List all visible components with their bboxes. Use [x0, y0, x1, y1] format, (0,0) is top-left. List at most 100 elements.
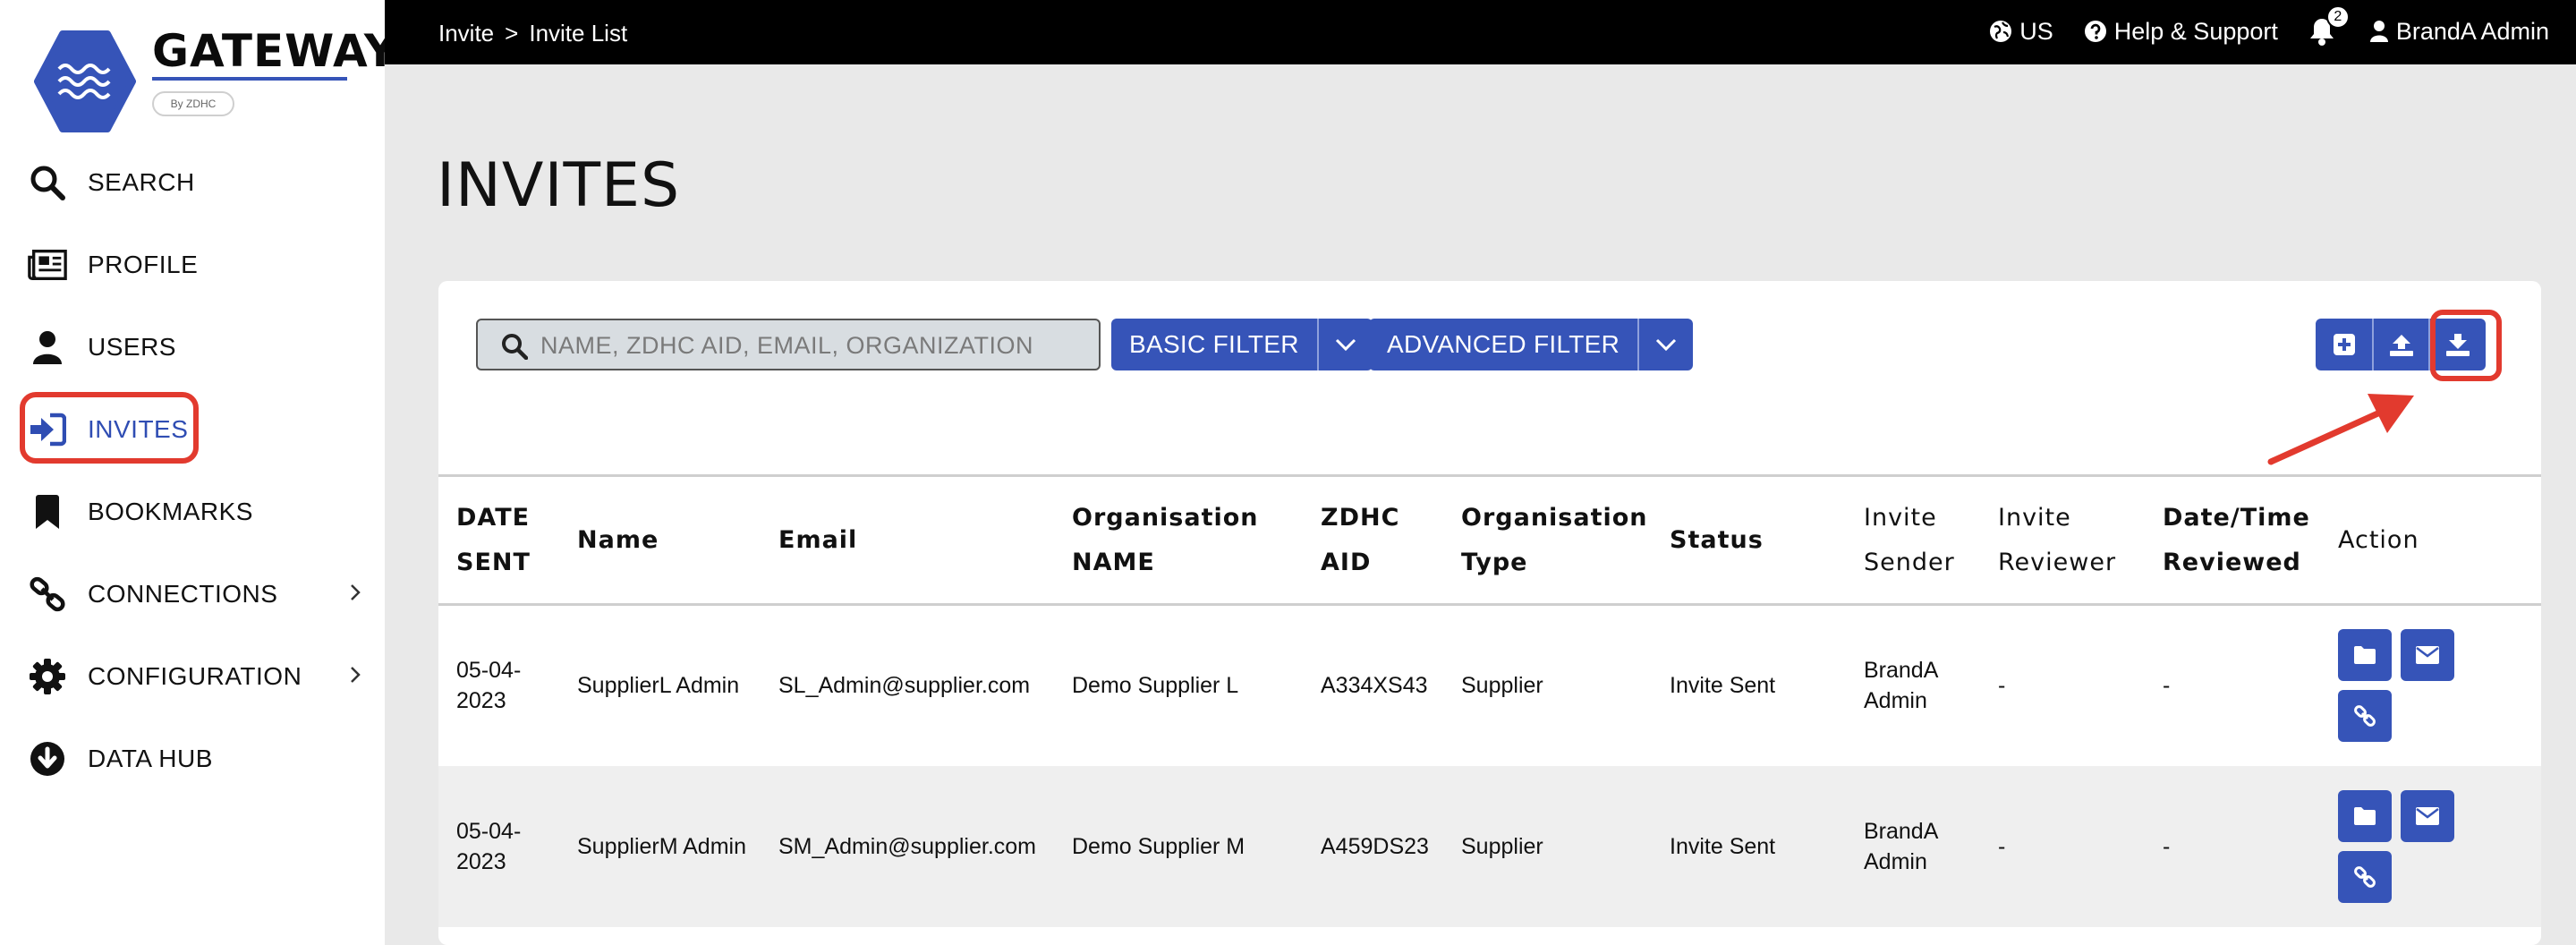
sidebar-item-label: SEARCH [88, 168, 195, 196]
download-circle-icon [27, 738, 68, 779]
envelope-icon [2416, 646, 2439, 665]
notifications-button[interactable]: 2 [2308, 5, 2350, 47]
header-organisation-name[interactable]: Organisation NAME [1072, 476, 1321, 605]
cell-zdhc-aid: A334XS43 [1321, 673, 1428, 699]
sidebar-item-label: PROFILE [88, 251, 199, 278]
cell-invite-sender: BrandA Admin [1864, 658, 1939, 714]
user-icon [27, 327, 68, 368]
folder-icon [2354, 646, 2376, 665]
header-date-time-reviewed[interactable]: Date/Time Reviewed [2163, 476, 2338, 605]
sidebar-item-label: CONNECTIONS [88, 580, 278, 608]
table-row: 05-04- 2023 SupplierM Admin SM_Admin@supp… [438, 765, 2541, 927]
upload-button[interactable] [2372, 319, 2428, 370]
sidebar-item-label: BOOKMARKS [88, 498, 253, 525]
basic-filter-button[interactable]: BASIC FILTER [1111, 319, 1373, 370]
cell-zdhc-aid: A459DS23 [1321, 833, 1429, 859]
basic-filter-dropdown[interactable] [1316, 319, 1373, 370]
search-input[interactable] [540, 329, 1086, 362]
breadcrumb-item-invite[interactable]: Invite [438, 20, 494, 47]
header-status[interactable]: Status [1670, 476, 1864, 605]
sidebar-item-users[interactable]: USERS [0, 306, 385, 388]
cell-organisation-type: Supplier [1461, 673, 1543, 699]
view-folder-button[interactable] [2338, 629, 2392, 682]
cell-invite-sender: BrandA Admin [1864, 818, 1939, 874]
chevron-right-icon [349, 661, 361, 692]
cell-email: SL_Admin@supplier.com [778, 673, 1031, 699]
sidebar-item-label: USERS [88, 333, 176, 361]
search-icon [27, 162, 68, 203]
help-support-label: Help & Support [2113, 17, 2278, 45]
sidebar-item-bookmarks[interactable]: BOOKMARKS [0, 471, 385, 553]
notification-count-badge: 2 [2325, 5, 2350, 29]
region-selector[interactable]: US [1989, 18, 2053, 46]
cell-status: Invite Sent [1670, 673, 1776, 699]
advanced-filter-label: ADVANCED FILTER [1387, 330, 1620, 358]
chevron-right-icon [349, 579, 361, 609]
cell-date-time-reviewed: - [2163, 673, 2171, 699]
cell-organisation-type: Supplier [1461, 833, 1543, 859]
sidebar-item-configuration[interactable]: CONFIGURATION [0, 635, 385, 718]
search-box[interactable] [476, 319, 1101, 370]
header-email[interactable]: Email [778, 476, 1072, 605]
table-header-row: DATE SENT Name Email Organisation NAME ZDH… [438, 475, 2541, 605]
page-title: INVITES [437, 150, 681, 221]
cell-organisation-name: Demo Supplier M [1072, 833, 1245, 859]
cell-name: SupplierM Admin [577, 833, 746, 859]
user-menu[interactable]: BrandA Admin [2369, 18, 2549, 46]
cell-name: SupplierL Admin [577, 673, 740, 699]
cell-invite-reviewer: - [1998, 833, 2006, 859]
header-date-sent[interactable]: DATE SENT [438, 476, 577, 605]
cell-organisation-name: Demo Supplier L [1072, 673, 1239, 699]
cell-date-time-reviewed: - [2163, 833, 2171, 859]
send-email-button[interactable] [2401, 629, 2454, 682]
envelope-icon [2416, 806, 2439, 825]
copy-link-button[interactable] [2338, 850, 2392, 903]
breadcrumb-separator: > [505, 20, 519, 47]
link-icon [2354, 705, 2376, 728]
sidebar-item-profile[interactable]: PROFILE [0, 224, 385, 306]
cell-date-sent: 05-04- 2023 [456, 818, 522, 874]
cell-action [2338, 766, 2541, 927]
header-name[interactable]: Name [577, 476, 778, 605]
arrow-annotation-icon [2267, 394, 2414, 465]
breadcrumb: Invite > Invite List [438, 20, 627, 47]
sidebar-item-search[interactable]: SEARCH [0, 141, 385, 224]
breadcrumb-item-invite-list: Invite List [529, 20, 628, 47]
help-support-link[interactable]: Help & Support [2084, 18, 2278, 46]
header-zdhc-aid[interactable]: ZDHC AID [1321, 476, 1461, 605]
view-folder-button[interactable] [2338, 789, 2392, 842]
advanced-filter-dropdown[interactable] [1637, 319, 1693, 370]
sidebar-item-data-hub[interactable]: DATA HUB [0, 718, 385, 800]
chevron-down-icon [1335, 338, 1356, 352]
cell-email: SM_Admin@supplier.com [778, 833, 1036, 859]
gateway-logo[interactable]: GATEWAY By ZDHC [32, 21, 396, 132]
plus-square-icon [2333, 334, 2355, 355]
copy-link-button[interactable] [2338, 690, 2392, 743]
cell-status: Invite Sent [1670, 833, 1776, 859]
globe-icon [1990, 21, 2012, 42]
gear-icon [27, 656, 68, 697]
header-invite-reviewer: Invite Reviewer [1998, 503, 2117, 576]
logo-tagline: By ZDHC [152, 91, 234, 116]
sidebar-item-connections[interactable]: CONNECTIONS [0, 553, 385, 635]
add-invite-button[interactable] [2316, 319, 2372, 370]
user-icon [2369, 21, 2388, 42]
invites-highlight-annotation [20, 392, 199, 464]
link-icon [2354, 865, 2376, 888]
cell-date-sent: 05-04- 2023 [456, 658, 522, 714]
row-action-buttons [2338, 629, 2541, 743]
sidebar: GATEWAY By ZDHC SEARCH PROFILE USERS INV… [0, 0, 396, 945]
region-label: US [2019, 17, 2053, 45]
bookmark-icon [27, 491, 68, 532]
search-icon [502, 334, 528, 360]
header-organisation-type[interactable]: Organisation Type [1461, 476, 1670, 605]
upload-icon [2389, 335, 2413, 356]
cell-invite-reviewer: - [1998, 673, 2006, 699]
send-email-button[interactable] [2401, 789, 2454, 842]
logo-title: GATEWAY [152, 25, 398, 77]
top-bar-actions: US Help & Support 2 BrandA Admin [1989, 5, 2549, 47]
question-circle-icon [2084, 21, 2106, 42]
invites-card: BASIC FILTER ADVANCED FILTER DATESENT Na… [438, 281, 2541, 945]
header-invite-sender: Invite Sender [1864, 503, 1955, 576]
advanced-filter-button[interactable]: ADVANCED FILTER [1369, 319, 1694, 370]
